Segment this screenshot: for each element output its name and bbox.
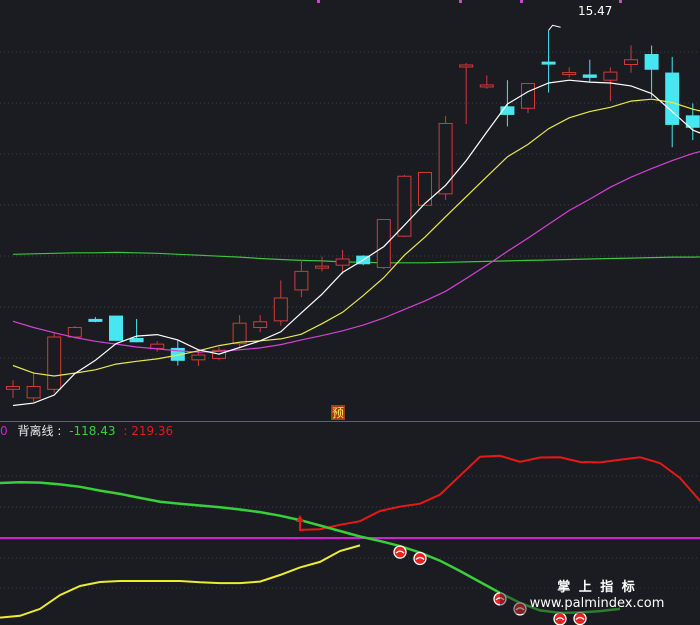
watermark: 掌 上 指 标 www.palmindex.com	[500, 576, 700, 614]
stock-chart: 15.47 预 0 背离线 : -118.43 : 219.36 掌 上 指 标…	[0, 0, 700, 625]
candle-body	[397, 175, 412, 237]
signal-ball	[413, 551, 427, 566]
candle	[397, 174, 412, 238]
ball-body	[573, 611, 587, 625]
legend-colon: :	[57, 424, 61, 438]
candle-body	[47, 336, 62, 390]
chart-background	[0, 0, 700, 625]
legend-value-green: -118.43	[69, 424, 115, 438]
candle-body	[562, 72, 577, 76]
legend-value-red: : 219.36	[123, 424, 173, 438]
candle-body	[315, 265, 329, 269]
legend-prefix: 0	[0, 424, 8, 438]
top-dot-0	[317, 0, 320, 3]
candle-body	[273, 297, 288, 322]
top-dot-3	[619, 0, 622, 3]
candle-body	[253, 321, 268, 328]
top-dot-1	[459, 0, 462, 3]
candle-body	[644, 54, 659, 70]
watermark-title: 掌 上 指 标	[557, 579, 637, 595]
candle-body	[479, 84, 494, 88]
candle	[109, 315, 123, 341]
indicator-legend: 0 背离线 : -118.43 : 219.36	[0, 423, 173, 438]
top-dot-2	[520, 0, 523, 3]
high-price-label: 15.47	[578, 4, 612, 18]
candle	[47, 332, 62, 393]
signal-ball	[573, 611, 587, 625]
marker-char: 预	[332, 406, 344, 420]
candle-body	[26, 385, 41, 399]
candle-body	[6, 385, 20, 390]
ball-body	[393, 545, 407, 559]
candle-body	[109, 315, 123, 341]
candle	[376, 219, 391, 269]
candle-body	[294, 270, 309, 291]
candle-body	[335, 258, 350, 266]
candle-body	[129, 337, 144, 343]
candle	[521, 83, 535, 114]
candle-body	[418, 171, 432, 206]
watermark-url: www.palmindex.com	[530, 596, 665, 611]
candle-body	[232, 322, 247, 345]
legend-name: 背离线	[17, 423, 53, 438]
candle-body	[582, 74, 597, 78]
candle-body	[624, 59, 638, 65]
candle-body	[88, 318, 103, 322]
candle-body	[603, 71, 618, 81]
candle-body	[665, 72, 680, 125]
candle-body	[376, 219, 391, 269]
candle-body	[521, 83, 535, 109]
signal-ball	[393, 545, 407, 559]
candle-body	[191, 354, 206, 361]
candle-body	[541, 61, 556, 65]
candle	[438, 115, 453, 201]
candle-body	[459, 64, 474, 68]
ball-body	[413, 551, 427, 566]
prediction-marker: 预	[331, 405, 345, 420]
candle-body	[438, 122, 453, 195]
candle	[418, 171, 432, 206]
candle-body	[150, 343, 165, 349]
signal-ball	[553, 612, 567, 625]
ball-body	[553, 612, 567, 625]
candle-body	[67, 326, 82, 338]
